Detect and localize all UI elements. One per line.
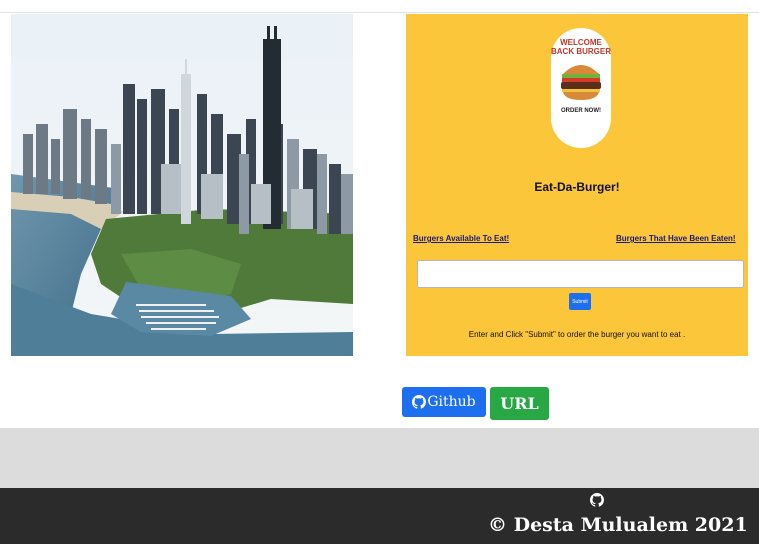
logo-text-top: WELCOME BACK BURGER bbox=[551, 38, 611, 56]
footer: © Desta Mulualem 2021 bbox=[0, 488, 759, 544]
url-button[interactable]: URL bbox=[490, 387, 549, 420]
burger-app-screenshot[interactable]: WELCOME BACK BURGER ORDER NOW! Eat-Da-Bu… bbox=[406, 14, 748, 356]
projects-section: WELCOME BACK BURGER ORDER NOW! Eat-Da-Bu… bbox=[0, 13, 759, 428]
github-button-label: Github bbox=[427, 394, 476, 410]
spacer-band bbox=[0, 428, 759, 488]
burger-logo: WELCOME BACK BURGER ORDER NOW! bbox=[551, 28, 611, 148]
burger-hint-text: Enter and Click "Submit" to order the bu… bbox=[468, 330, 686, 339]
github-icon bbox=[590, 493, 604, 507]
burger-icon bbox=[561, 65, 601, 100]
available-burgers-heading: Burgers Available To Eat! bbox=[413, 234, 510, 243]
chicago-skyline-image[interactable] bbox=[11, 14, 353, 356]
skyline-photo-drawing bbox=[11, 14, 353, 356]
github-icon bbox=[412, 395, 427, 409]
burger-submit-button: Submit bbox=[569, 293, 591, 310]
top-divider bbox=[0, 0, 759, 13]
github-button[interactable]: Github bbox=[402, 387, 486, 417]
eaten-burgers-heading: Burgers That Have Been Eaten! bbox=[616, 234, 736, 243]
logo-text-bottom: ORDER NOW! bbox=[561, 108, 601, 114]
burger-name-input bbox=[417, 260, 744, 288]
copyright-text: © Desta Mulualem 2021 bbox=[488, 514, 748, 536]
url-button-label: URL bbox=[500, 394, 539, 413]
footer-github-link[interactable] bbox=[590, 492, 604, 507]
burger-app-title: Eat-Da-Burger! bbox=[534, 180, 620, 194]
